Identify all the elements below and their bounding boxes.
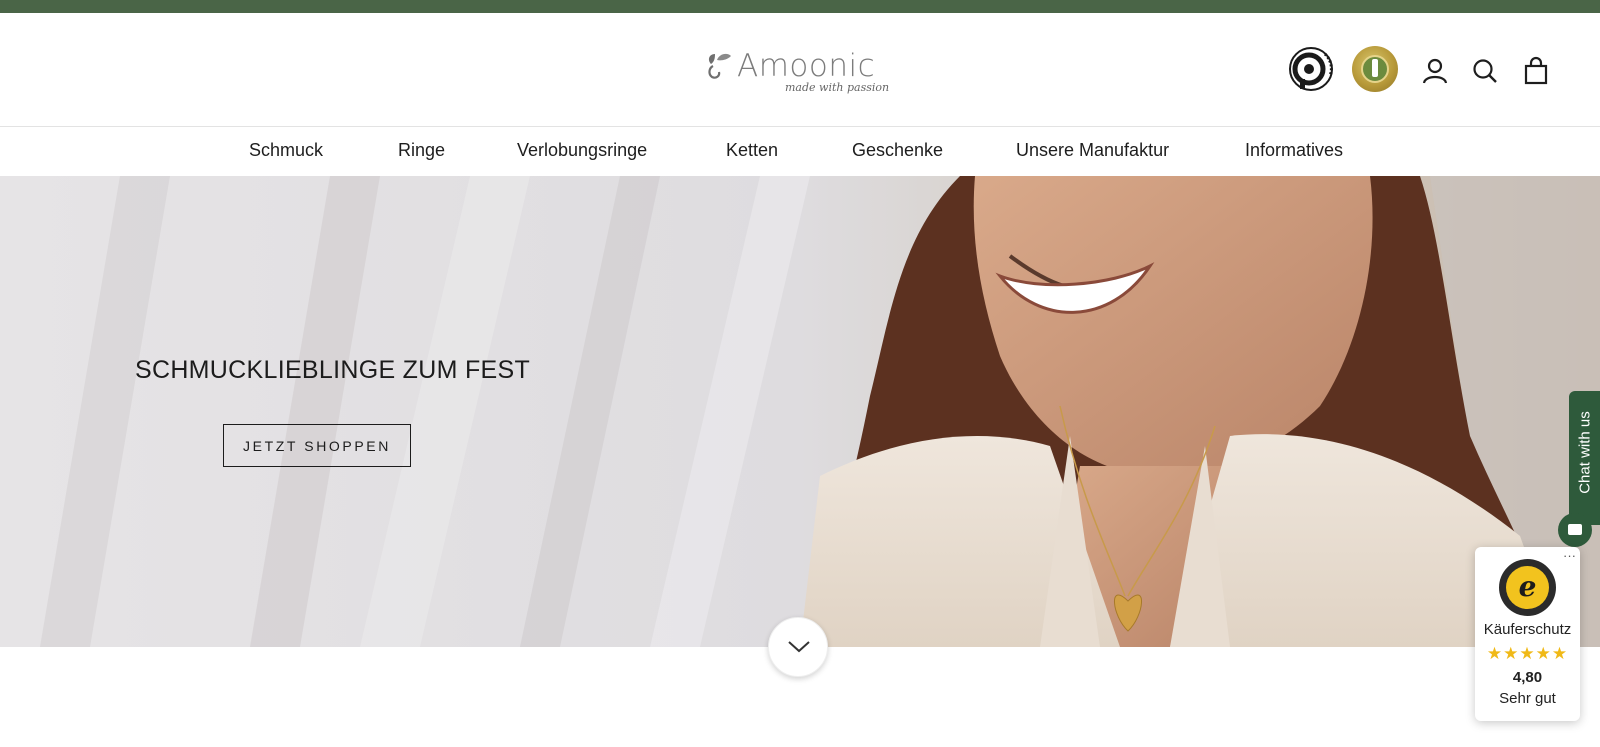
buyer-protection-label: Käuferschutz bbox=[1483, 621, 1572, 638]
leaf-logo-icon bbox=[708, 53, 731, 79]
trusted-shops-widget[interactable]: ··· e Käuferschutz ★★★★★ 4,80 Sehr gut bbox=[1475, 547, 1580, 721]
trusted-shops-seal-letter: e bbox=[1518, 570, 1537, 603]
hero-banner[interactable]: SCHMUCKLIEBLINGE ZUM FEST JETZT SHOPPEN bbox=[0, 176, 1600, 647]
chat-tab-label: Chat with us bbox=[1576, 411, 1594, 494]
shop-now-button[interactable]: JETZT SHOPPEN bbox=[223, 424, 411, 467]
climate-badge-icon bbox=[1289, 47, 1333, 91]
brand-logo[interactable]: Amoonic made with passion bbox=[705, 46, 895, 98]
rating-stars: ★★★★★ bbox=[1486, 644, 1569, 663]
award-badge[interactable] bbox=[1352, 46, 1398, 92]
search-icon[interactable] bbox=[1470, 56, 1500, 86]
top-announcement-bar bbox=[0, 0, 1600, 13]
chat-icon bbox=[1568, 524, 1582, 535]
chat-bubble-button[interactable] bbox=[1558, 513, 1592, 547]
hero-title: SCHMUCKLIEBLINGE ZUM FEST bbox=[135, 356, 531, 384]
climate-badge[interactable] bbox=[1288, 46, 1334, 92]
chevron-down-icon bbox=[788, 641, 810, 653]
brand-name: Amoonic bbox=[737, 48, 876, 84]
hero-image bbox=[40, 176, 1600, 647]
account-icon[interactable] bbox=[1420, 56, 1450, 86]
cart-icon[interactable] bbox=[1521, 56, 1551, 86]
more-options-icon[interactable]: ··· bbox=[1563, 548, 1576, 563]
nav-item-schmuck[interactable]: Schmuck bbox=[249, 140, 323, 161]
nav-item-unsere-manufaktur[interactable]: Unsere Manufaktur bbox=[1016, 140, 1169, 161]
trusted-shops-seal-ring: e bbox=[1506, 566, 1549, 609]
award-badge-bottle-icon bbox=[1372, 59, 1378, 77]
trusted-shops-seal: e bbox=[1499, 559, 1556, 616]
nav-item-verlobungsringe[interactable]: Verlobungsringe bbox=[517, 140, 647, 161]
nav-item-informatives[interactable]: Informatives bbox=[1245, 140, 1343, 161]
nav-item-ringe[interactable]: Ringe bbox=[398, 140, 445, 161]
rating-score: 4,80 bbox=[1512, 669, 1543, 686]
nav-item-geschenke[interactable]: Geschenke bbox=[852, 140, 943, 161]
main-navigation: Schmuck Ringe Verlobungsringe Ketten Ges… bbox=[0, 128, 1600, 176]
chat-tab[interactable]: Chat with us bbox=[1569, 391, 1600, 525]
nav-item-ketten[interactable]: Ketten bbox=[726, 140, 778, 161]
site-header: Amoonic made with passion bbox=[0, 13, 1600, 127]
rating-grade: Sehr gut bbox=[1499, 690, 1556, 707]
scroll-down-button[interactable] bbox=[768, 617, 828, 677]
brand-tagline: made with passion bbox=[785, 81, 890, 94]
